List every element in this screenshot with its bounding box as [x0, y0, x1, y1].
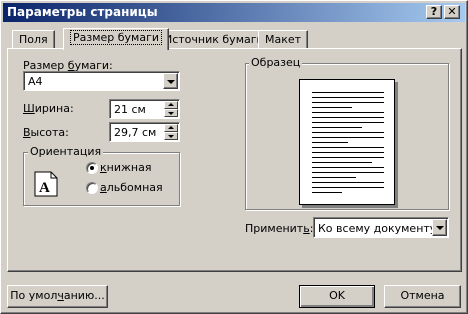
- preview-line: [312, 142, 348, 143]
- portrait-radio[interactable]: [86, 162, 98, 174]
- preview-line: [312, 107, 352, 108]
- width-stepper[interactable]: 21 см: [109, 99, 180, 119]
- tab-margins-label: Поля: [19, 33, 48, 46]
- paper-size-select[interactable]: A4: [23, 71, 180, 91]
- chevron-down-icon[interactable]: [432, 219, 447, 236]
- paper-size-value: A4: [28, 75, 43, 88]
- preview-line: [312, 172, 384, 173]
- help-button[interactable]: ?: [426, 5, 442, 19]
- preview-line: [312, 132, 384, 133]
- preview-line: [312, 102, 384, 103]
- preview-line: [312, 182, 384, 183]
- width-up-icon[interactable]: [164, 101, 178, 109]
- height-value: 29,7 см: [114, 126, 157, 139]
- tab-margins[interactable]: Поля: [12, 30, 55, 49]
- width-label: Ширина:: [23, 102, 74, 115]
- preview-line: [312, 187, 384, 188]
- preview-line: [312, 97, 384, 98]
- apply-to-label: Применить:: [245, 222, 314, 235]
- ok-button[interactable]: OK: [299, 285, 375, 308]
- width-down-icon[interactable]: [164, 109, 178, 117]
- tab-layout-label: Макет: [265, 33, 302, 46]
- preview-line: [312, 117, 384, 118]
- orientation-title: Ориентация: [28, 145, 104, 158]
- preview-line: [312, 152, 384, 153]
- preview-line: [312, 137, 384, 138]
- preview-line: [312, 177, 356, 178]
- apply-to-select[interactable]: Ко всему документу: [313, 217, 449, 238]
- height-down-icon[interactable]: [164, 132, 178, 140]
- portrait-label[interactable]: книжная: [100, 161, 151, 174]
- portrait-page-icon: A: [34, 171, 58, 197]
- window-title: Параметры страницы: [7, 5, 158, 19]
- tab-paper-source[interactable]: Источник бумаги: [157, 30, 271, 49]
- chevron-down-icon[interactable]: [163, 73, 178, 89]
- landscape-radio[interactable]: [86, 182, 98, 194]
- preview-page: [299, 79, 395, 205]
- landscape-label[interactable]: альбомная: [100, 181, 163, 194]
- tab-paper-source-label: Источник бумаги: [164, 33, 264, 46]
- default-button[interactable]: По умолчанию...: [7, 285, 108, 308]
- tab-paper-size-label: Размер бумаги: [70, 30, 163, 45]
- apply-to-value: Ко всему документу: [318, 222, 437, 235]
- preview-line: [312, 162, 372, 163]
- preview-line: [312, 147, 384, 148]
- tab-layout[interactable]: Макет: [258, 30, 309, 49]
- height-up-icon[interactable]: [164, 124, 178, 132]
- preview-line: [312, 167, 384, 168]
- cancel-button[interactable]: Отмена: [384, 285, 461, 308]
- page-setup-dialog: Параметры страницы ? ✕ Поля Размер бумаг…: [0, 0, 468, 314]
- close-button[interactable]: ✕: [444, 5, 460, 19]
- preview-line: [312, 192, 342, 193]
- title-bar: Параметры страницы ? ✕: [3, 3, 465, 22]
- orientation-icon-letter: A: [39, 180, 50, 196]
- preview-line: [312, 112, 384, 113]
- preview-line: [312, 92, 384, 93]
- preview-line: [312, 157, 384, 158]
- preview-title: Образец: [249, 56, 303, 69]
- width-value: 21 см: [114, 103, 146, 116]
- height-label: Высота:: [23, 126, 69, 139]
- height-stepper[interactable]: 29,7 см: [109, 122, 180, 142]
- preview-line: [312, 127, 362, 128]
- tab-paper-size[interactable]: Размер бумаги: [63, 28, 170, 50]
- preview-line: [312, 122, 384, 123]
